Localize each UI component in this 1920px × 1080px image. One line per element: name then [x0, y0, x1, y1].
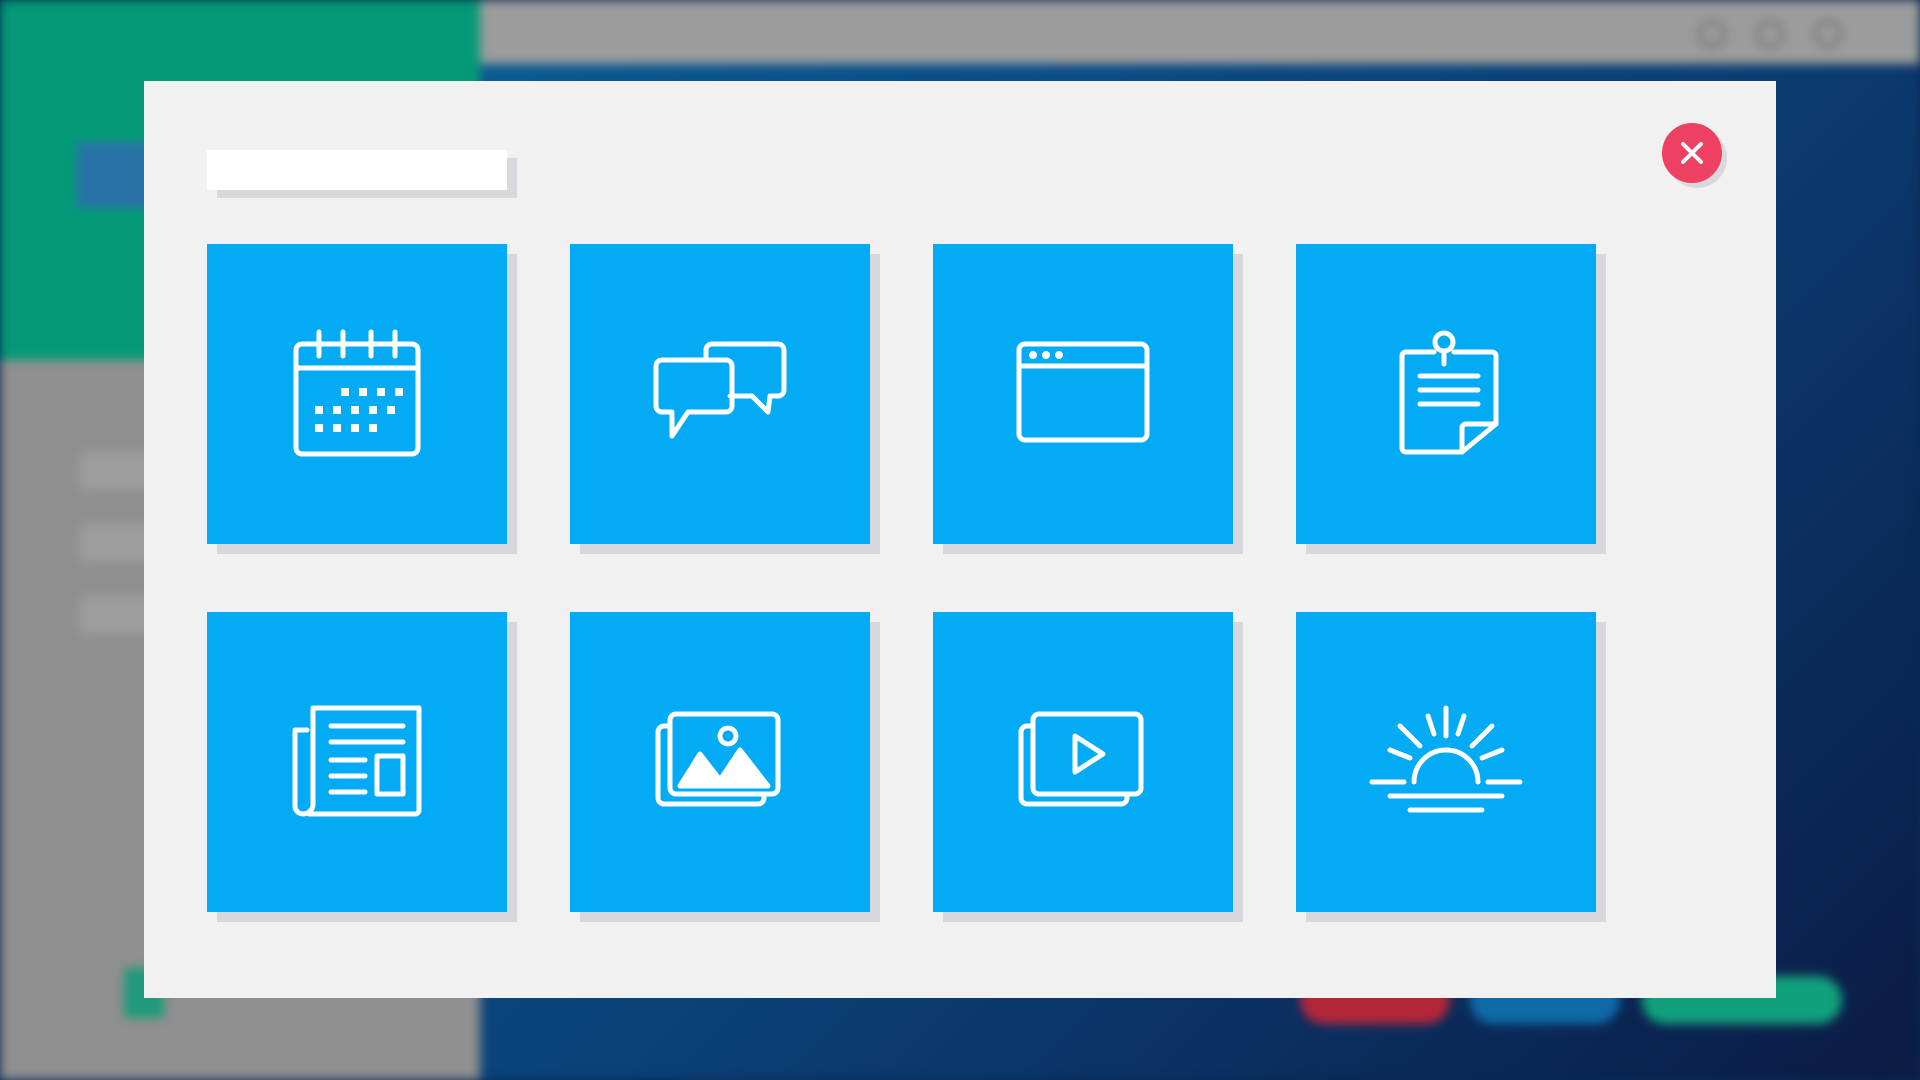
newspaper-icon	[292, 705, 422, 817]
sunrise-icon	[1369, 705, 1523, 813]
background-user-icon	[1698, 20, 1726, 48]
calendar-icon	[293, 329, 421, 457]
close-button[interactable]	[1662, 123, 1722, 183]
close-icon	[1681, 142, 1703, 164]
web-page-tile[interactable]	[933, 244, 1233, 544]
modal-title	[207, 150, 507, 190]
calendar-tile[interactable]	[207, 244, 507, 544]
chat-bubbles-icon	[653, 341, 787, 439]
chat-tile[interactable]	[570, 244, 870, 544]
pinned-note-icon	[1399, 330, 1499, 455]
browser-window-icon	[1016, 341, 1150, 443]
background-settings-icon	[1814, 20, 1842, 48]
image-gallery-icon	[655, 711, 781, 807]
news-tile[interactable]	[207, 612, 507, 912]
video-gallery-icon	[1018, 711, 1144, 807]
background-mail-icon	[1756, 20, 1784, 48]
video-gallery-tile[interactable]	[933, 612, 1233, 912]
widget-picker-modal	[144, 81, 1776, 998]
image-gallery-tile[interactable]	[570, 612, 870, 912]
sunrise-tile[interactable]	[1296, 612, 1596, 912]
note-tile[interactable]	[1296, 244, 1596, 544]
